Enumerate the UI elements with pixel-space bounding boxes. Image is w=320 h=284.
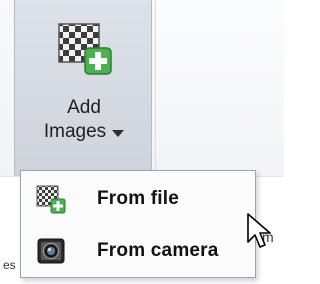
mouse-pointer-icon [247,213,271,248]
chevron-down-icon[interactable] [112,129,125,137]
menu-item-label: From file [97,188,180,209]
add-images-button[interactable]: Add Images [14,0,152,176]
add-images-label-line2: Images [43,121,107,142]
add-images-label: Add Images [15,96,153,144]
add-images-label-line1: Add [67,97,101,118]
menu-item-label: From camera [97,240,219,261]
add-images-dropdown-menu: From file From camera [20,170,256,278]
add-image-icon [36,185,66,214]
camera-icon [37,238,65,264]
menu-item-from-camera[interactable]: From camera [22,227,254,275]
ribbon-adjacent-panel [155,0,284,176]
menu-item-from-file[interactable]: From file [22,175,254,223]
add-image-icon [58,23,112,75]
background-text-fragment: es [3,258,16,272]
